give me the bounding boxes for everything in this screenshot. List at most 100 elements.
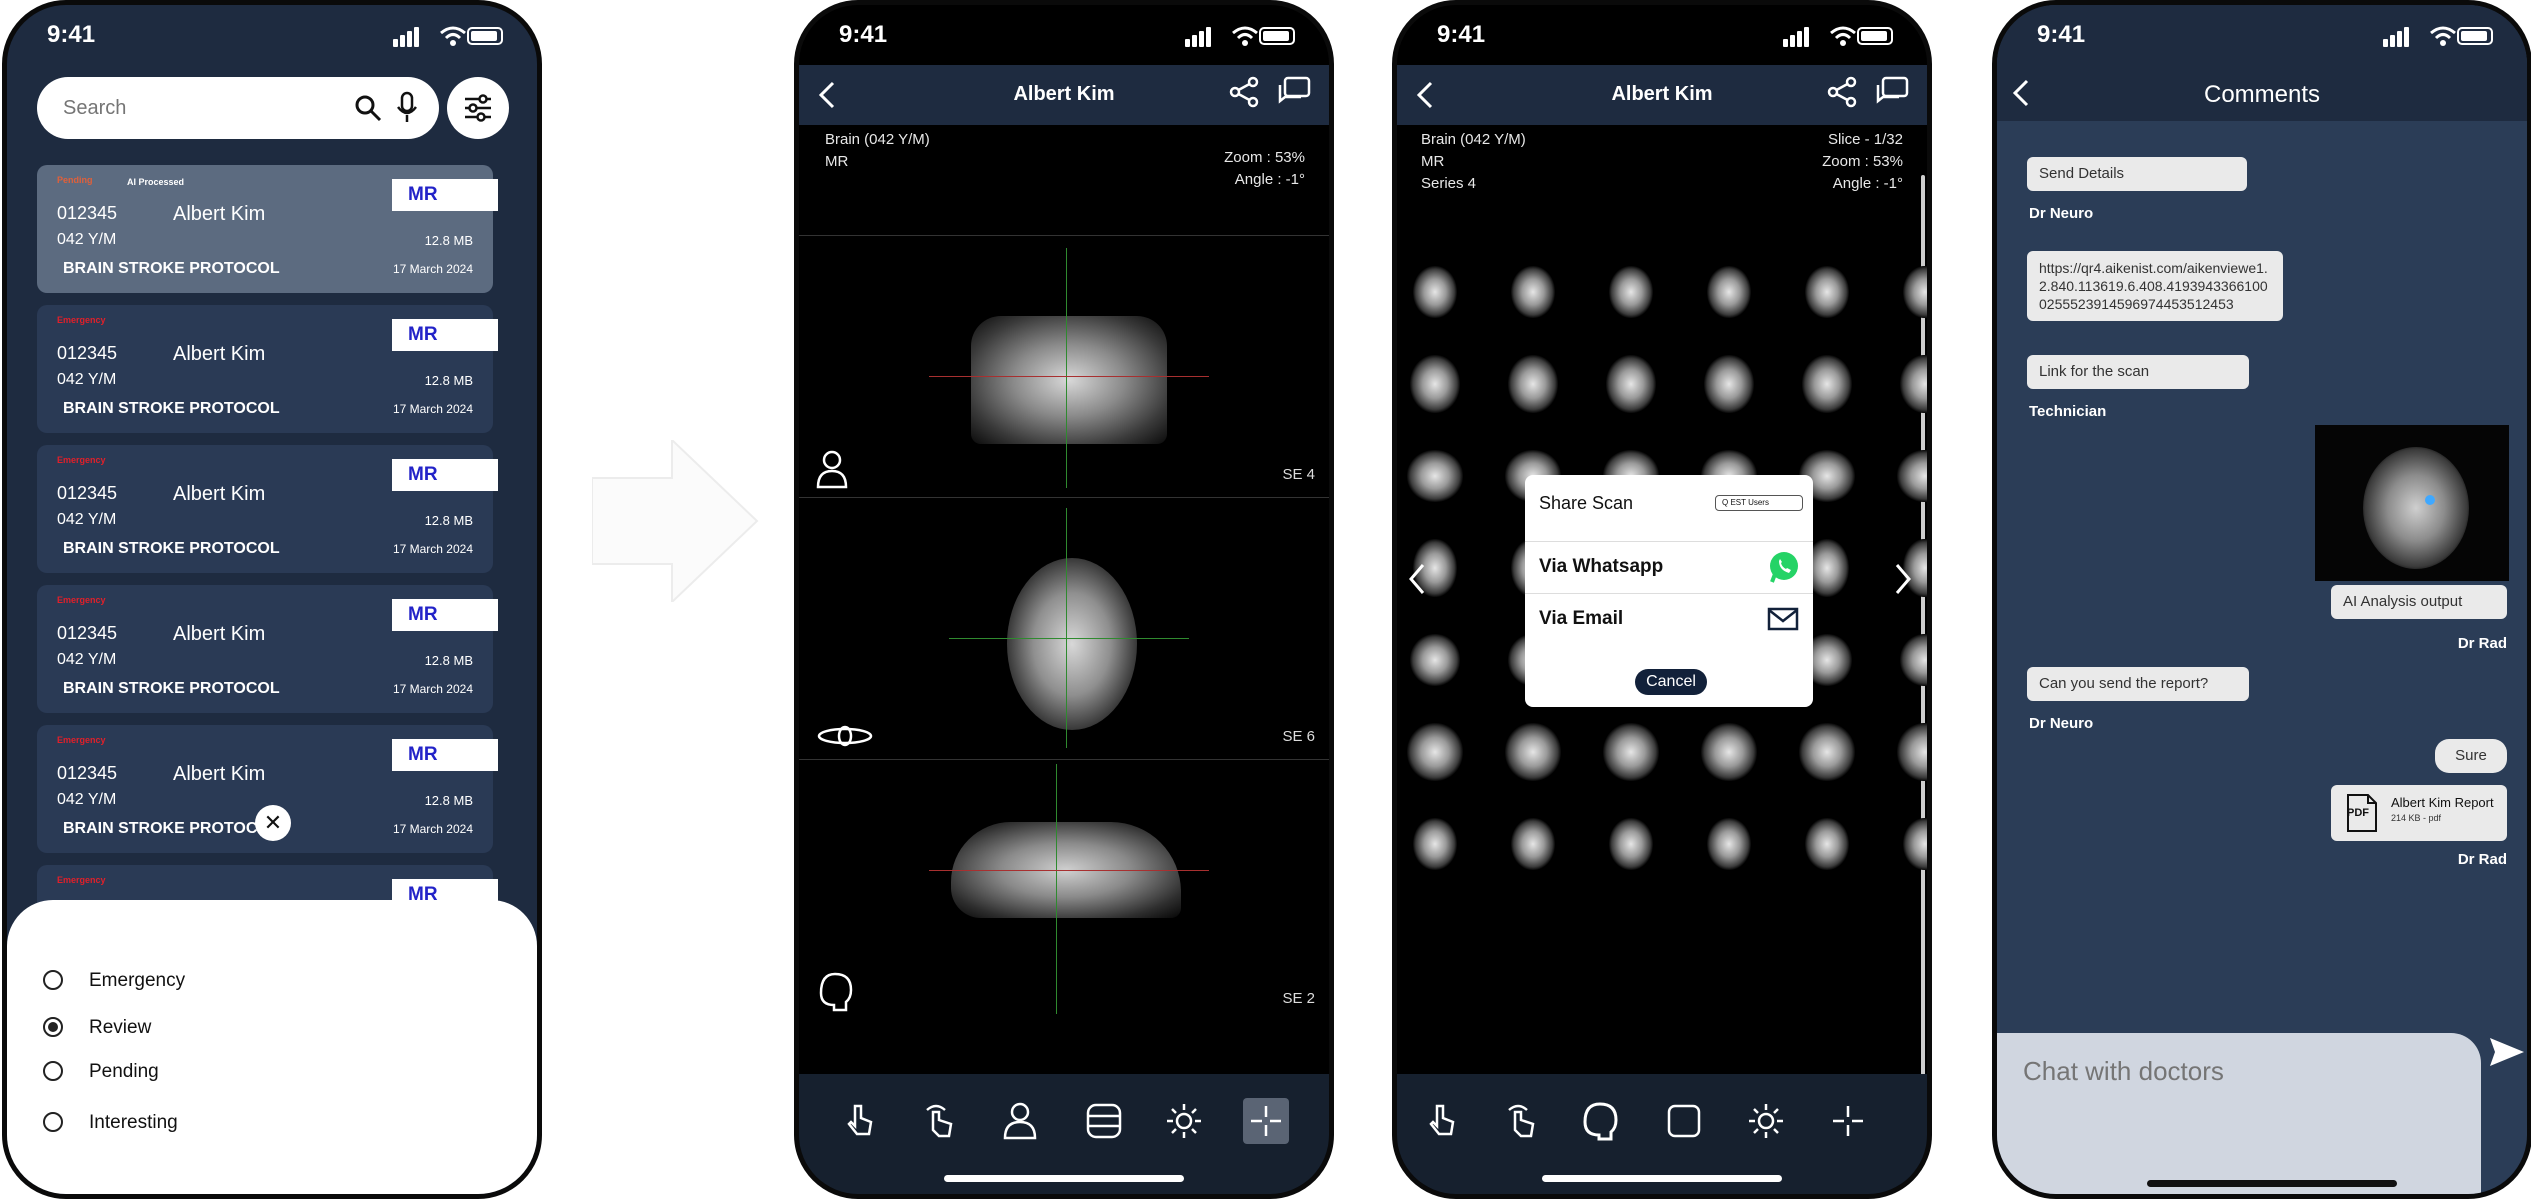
slice-thumbnail[interactable] — [1900, 634, 1927, 686]
slice-thumbnail[interactable] — [1704, 355, 1754, 413]
slice-thumbnail[interactable] — [1799, 723, 1855, 781]
info-zoom: Zoom : 53% — [1224, 149, 1305, 166]
layout-tool-icon[interactable] — [1083, 1100, 1125, 1142]
slice-thumbnail[interactable] — [1407, 450, 1463, 502]
axial-icon[interactable] — [815, 721, 875, 751]
slice-thumbnail[interactable] — [1511, 266, 1555, 318]
top-nav: Albert Kim — [1397, 65, 1927, 125]
study-card[interactable]: Emergency 012345 Albert Kim MR 042 Y/M 1… — [37, 305, 498, 433]
slice-thumbnail[interactable] — [1903, 266, 1927, 318]
patient-name: Albert Kim — [173, 483, 266, 505]
search-icon[interactable] — [353, 93, 383, 123]
share-icon[interactable] — [1825, 75, 1859, 109]
axial-pane[interactable]: SE 6 — [799, 497, 1329, 759]
battery-icon — [2457, 27, 2493, 45]
study-card[interactable]: Emergency 012345 Albert Kim MR 042 Y/M 1… — [37, 585, 498, 713]
slice-thumbnail[interactable] — [1707, 818, 1751, 870]
slice-thumbnail[interactable] — [1897, 450, 1927, 502]
slice-thumbnail[interactable] — [1606, 355, 1656, 413]
crosshair-icon[interactable] — [1827, 1100, 1869, 1142]
chat-input[interactable] — [2023, 1051, 2443, 1091]
slice-thumbnail[interactable] — [1897, 723, 1927, 781]
ai-analysis-image[interactable] — [2315, 425, 2509, 581]
slice-thumbnail[interactable] — [1802, 355, 1852, 413]
study-date: 17 March 2024 — [392, 542, 473, 556]
slice-thumbnail[interactable] — [1701, 723, 1757, 781]
slice-thumbnail[interactable] — [1505, 723, 1561, 781]
person-view-icon[interactable] — [999, 1100, 1041, 1142]
grid-phone: 9:41 Albert Kim Brain (042 Y/M) MR Series … — [1392, 0, 1932, 1199]
ai-marker — [2425, 495, 2435, 505]
flow-arrow-icon — [592, 440, 759, 602]
slice-thumbnail[interactable] — [1410, 355, 1460, 413]
viewer-toolbar — [1397, 1074, 1927, 1194]
modality-badge: MR — [392, 599, 498, 631]
crosshair-tool-active[interactable] — [1243, 1098, 1289, 1144]
pan-tool-icon[interactable] — [919, 1100, 961, 1142]
brightness-tool-icon[interactable] — [1163, 1100, 1205, 1142]
slice-thumbnail[interactable] — [1805, 818, 1849, 870]
pointer-tool-icon[interactable] — [1421, 1100, 1463, 1142]
person-icon[interactable] — [815, 449, 849, 489]
slice-thumbnail[interactable] — [1410, 634, 1460, 686]
mpr-viewer[interactable]: SE 4 SE 6 SE 2 — [799, 235, 1329, 1045]
pdf-attachment[interactable]: PDF Albert Kim Report 214 KB - pdf — [2331, 785, 2507, 841]
comments-icon[interactable] — [1277, 75, 1311, 109]
radio-button[interactable] — [43, 1061, 63, 1081]
series-label: SE 2 — [1282, 990, 1315, 1007]
search-input[interactable] — [63, 77, 323, 139]
study-card[interactable]: Emergency 012345 Albert Kim MR 042 Y/M 1… — [37, 445, 498, 573]
slice-thumbnail[interactable] — [1407, 723, 1463, 781]
patient-id: 012345 — [57, 763, 118, 783]
series-label: SE 4 — [1282, 466, 1315, 483]
info-modality: MR — [1421, 153, 1445, 170]
radio-button[interactable] — [43, 970, 63, 990]
send-icon[interactable] — [2487, 1035, 2527, 1069]
filter-button[interactable] — [447, 77, 509, 139]
study-card[interactable]: Pending AI Processed 012345 Albert Kim M… — [37, 165, 498, 293]
search-bar[interactable] — [37, 77, 439, 139]
chat-composer — [1997, 1033, 2481, 1194]
cancel-button[interactable]: Cancel — [1635, 669, 1707, 695]
priority-tag: Emergency — [57, 595, 106, 605]
message-bubble[interactable]: https://qr4.aikenist.com/aikenviewe1.2.8… — [2027, 251, 2283, 321]
slice-thumbnail[interactable] — [1707, 266, 1751, 318]
single-view-icon[interactable] — [1663, 1100, 1705, 1142]
slice-thumbnail[interactable] — [1900, 355, 1927, 413]
coronal-pane[interactable]: SE 4 — [799, 235, 1329, 497]
slice-thumbnail[interactable] — [1413, 818, 1457, 870]
slice-thumbnail[interactable] — [1413, 266, 1457, 318]
pan-tool-icon[interactable] — [1501, 1100, 1543, 1142]
share-whatsapp-option[interactable]: Via Whatsapp — [1525, 541, 1813, 591]
status-time: 9:41 — [1437, 21, 1486, 48]
head-view-icon[interactable] — [1579, 1100, 1621, 1142]
previous-chevron-icon[interactable] — [1407, 561, 1429, 597]
share-email-option[interactable]: Via Email — [1525, 593, 1813, 643]
priority-tag: Emergency — [57, 315, 106, 325]
next-chevron-icon[interactable] — [1891, 561, 1913, 597]
study-size: 12.8 MB — [424, 653, 473, 668]
radio-button-selected[interactable] — [43, 1017, 63, 1037]
sagittal-pane[interactable]: SE 2 — [799, 759, 1329, 1021]
pointer-tool-icon[interactable] — [839, 1100, 881, 1142]
slice-thumbnail[interactable] — [1903, 818, 1927, 870]
microphone-icon[interactable] — [395, 91, 419, 125]
message-bubble: Send Details — [2027, 157, 2247, 191]
slice-thumbnail[interactable] — [1609, 818, 1653, 870]
comments-icon[interactable] — [1875, 75, 1909, 109]
patient-id: 012345 — [57, 203, 118, 223]
close-button[interactable]: ✕ — [255, 805, 291, 841]
slice-thumbnail[interactable] — [1603, 723, 1659, 781]
radio-button[interactable] — [43, 1112, 63, 1132]
user-group-select[interactable]: Q EST Users — [1715, 495, 1803, 511]
priority-tag: Emergency — [57, 455, 106, 465]
head-icon[interactable] — [815, 971, 855, 1013]
slice-thumbnail[interactable] — [1805, 266, 1849, 318]
slice-thumbnail[interactable] — [1609, 266, 1653, 318]
brightness-tool-icon[interactable] — [1745, 1100, 1787, 1142]
battery-icon — [467, 27, 503, 45]
slice-thumbnail[interactable] — [1508, 355, 1558, 413]
status-time: 9:41 — [47, 21, 96, 48]
share-icon[interactable] — [1227, 75, 1261, 109]
slice-thumbnail[interactable] — [1511, 818, 1555, 870]
